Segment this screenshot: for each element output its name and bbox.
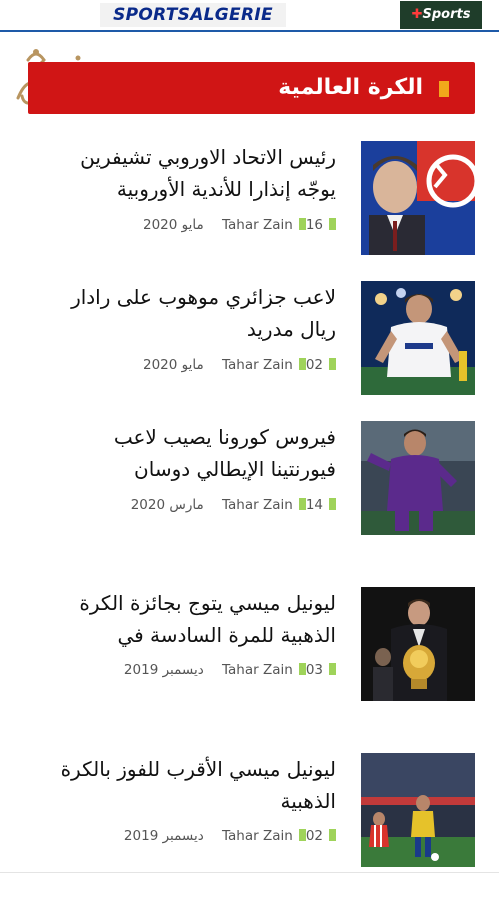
author-marker-icon <box>329 498 336 510</box>
sports-logo-text: Sports <box>422 7 471 22</box>
article-author[interactable]: Tahar Zain <box>222 662 293 678</box>
date-marker-icon <box>298 218 306 230</box>
headline-line: ريال مدريد <box>246 317 336 341</box>
section-header[interactable]: الكرة العالمية <box>28 62 475 114</box>
sports-channel-logo[interactable]: ✚Sports <box>400 1 482 29</box>
date-marker-icon <box>298 663 306 675</box>
author-marker-icon <box>329 218 336 230</box>
top-brand-bar: SPORTSALGERIE ✚Sports <box>0 0 499 32</box>
article-headline[interactable]: ليونيل ميسي الأقرب للفوز بالكرة الذهبية <box>16 753 336 817</box>
headline-line: ليونيل ميسي الأقرب للفوز بالكرة <box>60 757 336 781</box>
article-card[interactable]: ليونيل ميسي يتوج بجائزة الكرة الذهبية لل… <box>0 587 499 707</box>
article-card[interactable]: ليونيل ميسي الأقرب للفوز بالكرة الذهبية … <box>0 753 499 873</box>
article-headline[interactable]: فيروس كورونا يصيب لاعب فيورنتينا الإيطال… <box>16 421 336 485</box>
logo-r-glyph: ✚ <box>411 7 423 22</box>
article-thumbnail[interactable] <box>361 587 475 701</box>
article-thumbnail[interactable] <box>361 281 475 395</box>
article-headline[interactable]: رئيس الاتحاد الاوروبي تشيفرين يوجّه إنذا… <box>16 141 336 205</box>
date-marker-icon <box>298 358 306 370</box>
headline-line: فيروس كورونا يصيب لاعب <box>113 425 336 449</box>
article-meta: Tahar Zain02 مايو 2020 <box>36 355 336 375</box>
article-headline[interactable]: ليونيل ميسي يتوج بجائزة الكرة الذهبية لل… <box>16 587 336 651</box>
sportsalgerie-logo[interactable]: SPORTSALGERIE <box>100 3 286 27</box>
author-marker-icon <box>329 663 336 675</box>
article-thumbnail[interactable] <box>361 753 475 867</box>
headline-line: الذهبية <box>280 789 337 813</box>
date-marker-icon <box>298 498 306 510</box>
article-meta: Tahar Zain16 مايو 2020 <box>36 215 336 235</box>
article-author[interactable]: Tahar Zain <box>222 217 293 233</box>
article-meta: Tahar Zain03 ديسمبر 2019 <box>36 660 336 680</box>
headline-line: رئيس الاتحاد الاوروبي تشيفرين <box>80 145 336 169</box>
bottom-strip <box>0 872 499 900</box>
section-marker-icon <box>439 81 449 97</box>
article-card[interactable]: رئيس الاتحاد الاوروبي تشيفرين يوجّه إنذا… <box>0 141 499 261</box>
article-author[interactable]: Tahar Zain <box>222 497 293 513</box>
author-marker-icon <box>329 829 336 841</box>
article-meta: Tahar Zain14 مارس 2020 <box>36 495 336 515</box>
headline-line: فيورنتينا الإيطالي دوسان <box>134 457 336 481</box>
article-card[interactable]: فيروس كورونا يصيب لاعب فيورنتينا الإيطال… <box>0 421 499 541</box>
article-thumbnail[interactable] <box>361 421 475 535</box>
date-marker-icon <box>298 829 306 841</box>
headline-line: لاعب جزائري موهوب على رادار <box>71 285 336 309</box>
author-marker-icon <box>329 358 336 370</box>
article-author[interactable]: Tahar Zain <box>222 828 293 844</box>
article-meta: Tahar Zain02 ديسمبر 2019 <box>36 826 336 846</box>
headline-line: ليونيل ميسي يتوج بجائزة الكرة <box>79 591 336 615</box>
article-headline[interactable]: لاعب جزائري موهوب على رادار ريال مدريد <box>16 281 336 345</box>
topbar-divider <box>0 30 499 32</box>
headline-line: الذهبية للمرة السادسة في <box>117 623 336 647</box>
article-thumbnail[interactable] <box>361 141 475 255</box>
headline-line: يوجّه إنذارا للأندية الأوروبية <box>116 177 336 201</box>
article-author[interactable]: Tahar Zain <box>222 357 293 373</box>
article-card[interactable]: لاعب جزائري موهوب على رادار ريال مدريد T… <box>0 281 499 401</box>
section-title: الكرة العالمية <box>278 75 423 100</box>
